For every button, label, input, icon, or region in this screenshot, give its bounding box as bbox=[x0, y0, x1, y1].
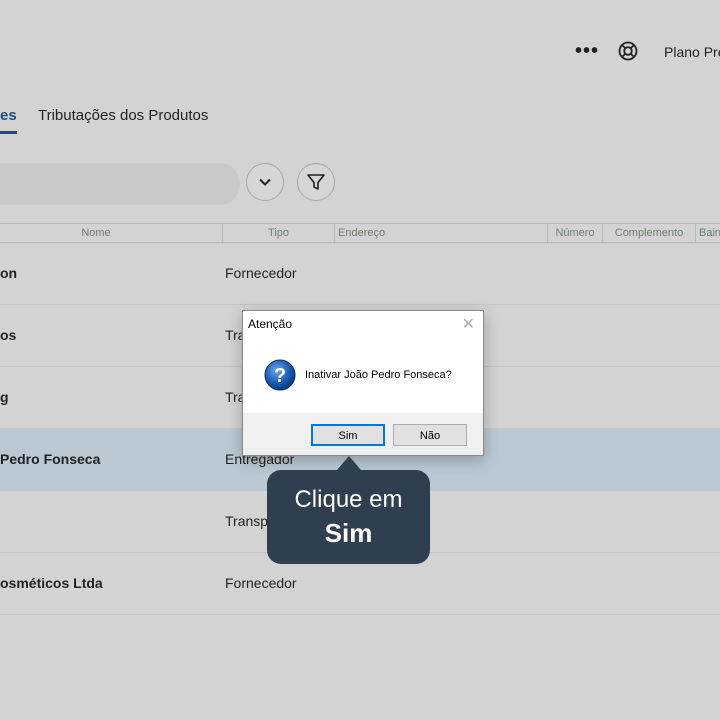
column-header-endereco[interactable]: Endereço bbox=[335, 224, 548, 242]
confirm-dialog: Atenção ✕ ? Inativar João Pedro Fonseca?… bbox=[242, 310, 484, 456]
svg-text:?: ? bbox=[274, 365, 286, 387]
tab-tributacoes-produtos[interactable]: Tributações dos Produtos bbox=[38, 107, 208, 124]
yes-button[interactable]: Sim bbox=[311, 424, 385, 446]
column-header-tipo[interactable]: Tipo bbox=[223, 224, 335, 242]
dialog-title: Atenção bbox=[248, 317, 293, 331]
dialog-body: ? Inativar João Pedro Fonseca? bbox=[243, 337, 483, 413]
column-header-bairro[interactable]: Bairr bbox=[696, 224, 720, 242]
tab-active-indicator bbox=[0, 131, 17, 134]
cell-nome: os bbox=[0, 327, 17, 343]
table-header: Nome Tipo Endereço Número Complemento Ba… bbox=[0, 223, 720, 243]
tooltip-arrow bbox=[337, 456, 361, 470]
question-icon: ? bbox=[264, 359, 296, 391]
cell-tipo: Transp bbox=[225, 513, 269, 529]
tutorial-tooltip: Clique em Sim bbox=[267, 470, 430, 564]
chevron-down-icon bbox=[259, 178, 271, 186]
cell-tipo: Fornecedor bbox=[225, 265, 297, 281]
table-row[interactable]: on Fornecedor bbox=[0, 243, 720, 305]
no-button[interactable]: Não bbox=[393, 424, 467, 446]
dialog-message: Inativar João Pedro Fonseca? bbox=[305, 369, 452, 381]
cell-nome: g bbox=[0, 389, 9, 405]
lifebuoy-icon[interactable] bbox=[618, 41, 638, 61]
filter-icon bbox=[307, 174, 325, 190]
cell-nome: osméticos Ltda bbox=[0, 575, 103, 591]
tooltip-text: Clique em bbox=[294, 486, 403, 513]
close-icon[interactable]: ✕ bbox=[462, 314, 475, 334]
cell-nome: Pedro Fonseca bbox=[0, 451, 101, 467]
search-input[interactable] bbox=[0, 163, 240, 205]
plan-label[interactable]: Plano Pre bbox=[664, 44, 720, 60]
column-header-numero[interactable]: Número bbox=[548, 224, 603, 242]
cell-nome: on bbox=[0, 265, 18, 281]
more-options-icon[interactable]: ••• bbox=[575, 40, 598, 62]
expand-button[interactable] bbox=[246, 163, 284, 201]
tab-active[interactable]: es bbox=[0, 107, 17, 124]
column-header-complemento[interactable]: Complemento bbox=[603, 224, 696, 242]
dialog-titlebar[interactable]: Atenção ✕ bbox=[243, 311, 483, 338]
tooltip-emphasis: Sim bbox=[324, 518, 373, 548]
filter-button[interactable] bbox=[297, 163, 335, 201]
column-header-nome[interactable]: Nome bbox=[0, 224, 223, 242]
